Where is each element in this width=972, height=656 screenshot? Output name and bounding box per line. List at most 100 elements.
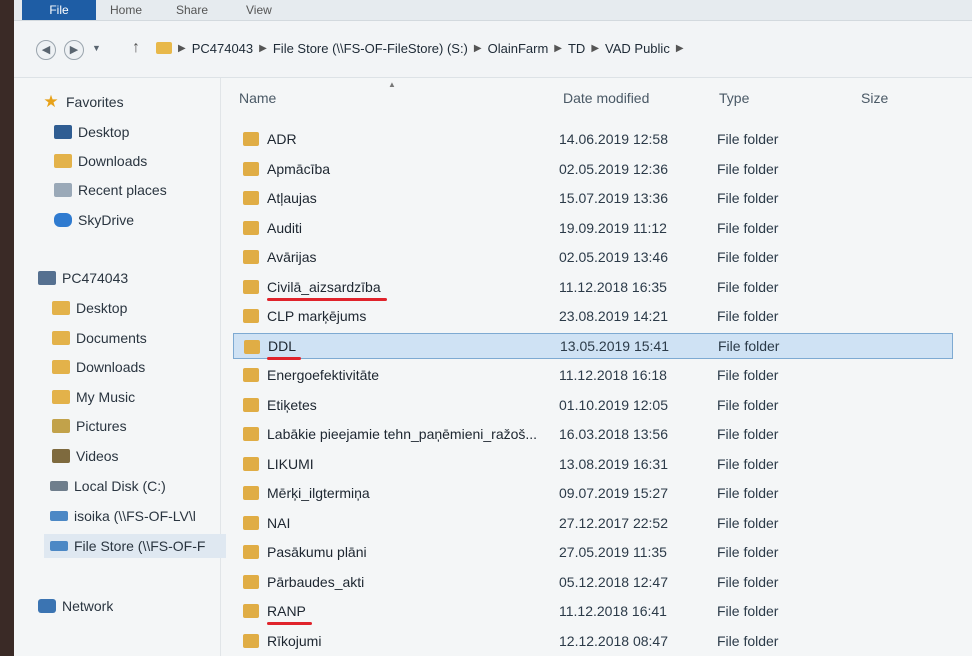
explorer-window: File Home Share View ◀ ▶ ▼ ↑ ▶ PC474043 … bbox=[14, 0, 972, 656]
folder-icon bbox=[243, 161, 259, 176]
file-type: File folder bbox=[717, 367, 779, 383]
sort-ascending-icon: ▲ bbox=[388, 80, 396, 89]
file-row[interactable]: DDL 13.05.2019 15:41 File folder bbox=[233, 332, 953, 359]
file-name: NAI bbox=[267, 514, 291, 531]
file-name: LIKUMI bbox=[267, 455, 314, 472]
file-date-modified: 14.06.2019 12:58 bbox=[559, 131, 668, 147]
forward-button[interactable]: ▶ bbox=[64, 40, 84, 60]
breadcrumb[interactable]: ▶ PC474043 ▶ File Store (\\FS-OF-FileSto… bbox=[156, 35, 962, 61]
recent-locations-dropdown[interactable]: ▼ bbox=[92, 43, 101, 53]
file-type: File folder bbox=[717, 485, 779, 501]
breadcrumb-item-pc[interactable]: PC474043 bbox=[192, 41, 253, 56]
file-row[interactable]: Apmācība 02.05.2019 12:36 File folder bbox=[233, 156, 953, 182]
sidebar-item-downloads[interactable]: Downloads bbox=[54, 149, 147, 173]
sidebar-item-computer-downloads[interactable]: Downloads bbox=[52, 355, 145, 379]
file-row[interactable]: NAI 27.12.2017 22:52 File folder bbox=[233, 510, 953, 536]
file-name: DDL bbox=[268, 337, 297, 354]
file-row[interactable]: ADR 14.06.2019 12:58 File folder bbox=[233, 126, 953, 152]
file-row[interactable]: Rīkojumi 12.12.2018 08:47 File folder bbox=[233, 628, 953, 654]
chevron-right-icon[interactable]: ▶ bbox=[554, 43, 562, 54]
sidebar-item-network[interactable]: Network bbox=[38, 594, 113, 618]
tab-home[interactable]: Home bbox=[110, 0, 142, 20]
file-name: Avārijas bbox=[267, 249, 317, 265]
sidebar-item-recent-places[interactable]: Recent places bbox=[54, 178, 167, 202]
sidebar-item-documents[interactable]: Documents bbox=[52, 326, 147, 350]
column-header-date-modified[interactable]: Date modified bbox=[563, 86, 649, 110]
file-date-modified: 05.12.2018 12:47 bbox=[559, 573, 668, 590]
sidebar-item-label: Videos bbox=[76, 448, 119, 464]
file-row[interactable]: LIKUMI 13.08.2019 16:31 File folder bbox=[233, 451, 953, 477]
breadcrumb-item-td[interactable]: TD bbox=[568, 41, 585, 56]
sidebar-item-file-store[interactable]: File Store (\\FS-OF-F bbox=[44, 534, 226, 558]
file-tab[interactable]: File bbox=[22, 0, 96, 20]
chevron-right-icon[interactable]: ▶ bbox=[591, 43, 599, 54]
file-type: File folder bbox=[717, 308, 779, 324]
sidebar-item-desktop[interactable]: Desktop bbox=[54, 120, 129, 144]
sidebar-item-pictures[interactable]: Pictures bbox=[52, 414, 127, 438]
sidebar-item-my-music[interactable]: My Music bbox=[52, 385, 135, 409]
file-date-modified: 11.12.2018 16:41 bbox=[559, 603, 667, 619]
sidebar-item-label: isoika (\\FS-OF-LV\l bbox=[74, 508, 196, 524]
file-list: Name ▲ Date modified Type Size ADR 14.06.… bbox=[221, 78, 972, 656]
file-row[interactable]: Etiķetes 01.10.2019 12:05 File folder bbox=[233, 392, 953, 418]
file-type: File folder bbox=[717, 514, 779, 531]
sidebar-item-label: My Music bbox=[76, 389, 136, 405]
file-row[interactable]: Auditi 19.09.2019 11:12 File folder bbox=[233, 215, 953, 241]
arrow-left-icon: ◀ bbox=[41, 44, 51, 56]
sidebar-item-isoika[interactable]: isoika (\\FS-OF-LV\l bbox=[50, 504, 220, 528]
documents-icon bbox=[52, 331, 70, 345]
column-header-size[interactable]: Size bbox=[861, 86, 888, 110]
column-header-name[interactable]: Name bbox=[239, 86, 276, 110]
file-name: RANP bbox=[267, 603, 306, 619]
chevron-right-icon[interactable]: ▶ bbox=[474, 43, 482, 54]
sidebar-item-local-disk[interactable]: Local Disk (C:) bbox=[50, 474, 166, 498]
folder-icon bbox=[243, 368, 259, 382]
breadcrumb-item-filestore[interactable]: File Store (\\FS-OF-FileStore) (S:) bbox=[273, 41, 468, 56]
file-row[interactable]: Pasākumu plāni 27.05.2019 11:35 File folde… bbox=[233, 539, 953, 565]
file-name: Pārbaudes_akti bbox=[267, 573, 365, 590]
file-date-modified: 02.05.2019 12:36 bbox=[559, 160, 668, 177]
folder-icon bbox=[243, 132, 259, 146]
music-icon bbox=[52, 390, 70, 404]
column-header-type[interactable]: Type bbox=[719, 86, 749, 110]
file-row[interactable]: Mērķi_ilgtermiņa 09.07.2019 15:27 File fol… bbox=[233, 480, 953, 506]
sidebar-item-favorites[interactable]: ★ Favorites bbox=[42, 90, 124, 114]
chevron-right-icon[interactable]: ▶ bbox=[676, 43, 684, 54]
network-drive-icon bbox=[50, 541, 68, 551]
breadcrumb-item-vad-public[interactable]: VAD Public bbox=[605, 41, 670, 56]
file-row[interactable]: CLP marķējums 23.08.2019 14:21 File folder bbox=[233, 303, 953, 329]
file-date-modified: 27.05.2019 11:35 bbox=[559, 544, 667, 560]
folder-icon bbox=[243, 604, 259, 618]
folder-icon bbox=[156, 42, 172, 54]
chevron-right-icon[interactable]: ▶ bbox=[259, 43, 267, 54]
file-row[interactable]: Energoefektivitāte 11.12.2018 16:18 File f… bbox=[233, 362, 953, 388]
sidebar-item-videos[interactable]: Videos bbox=[52, 444, 119, 468]
file-date-modified: 12.12.2018 08:47 bbox=[559, 632, 668, 649]
file-type: File folder bbox=[717, 573, 779, 590]
sidebar-item-computer-desktop[interactable]: Desktop bbox=[52, 296, 127, 320]
sidebar-item-label: File Store (\\FS-OF-F bbox=[74, 538, 206, 554]
file-row[interactable]: Civilā_aizsardzība 11.12.2018 16:35 File f… bbox=[233, 274, 953, 300]
file-type: File folder bbox=[717, 219, 779, 236]
tab-share[interactable]: Share bbox=[176, 0, 208, 20]
sidebar-item-label: Favorites bbox=[66, 94, 124, 110]
file-name: Auditi bbox=[267, 219, 303, 236]
file-type: File folder bbox=[718, 337, 780, 354]
file-row[interactable]: Atļaujas 15.07.2019 13:36 File folder bbox=[233, 185, 953, 211]
cloud-icon bbox=[54, 213, 72, 227]
back-button[interactable]: ◀ bbox=[36, 40, 56, 60]
up-button[interactable]: ↑ bbox=[132, 37, 150, 59]
red-underline-annotation bbox=[267, 297, 387, 301]
file-row[interactable]: Labākie pieejamie tehn_paņēmieni_ražoš..… bbox=[233, 421, 953, 447]
sidebar-item-computer[interactable]: PC474043 bbox=[38, 266, 128, 290]
tab-view[interactable]: View bbox=[246, 0, 272, 20]
chevron-right-icon[interactable]: ▶ bbox=[178, 43, 186, 54]
file-name: ADR bbox=[267, 131, 297, 147]
file-type: File folder bbox=[717, 603, 779, 619]
breadcrumb-item-olainfarm[interactable]: OlainFarm bbox=[488, 41, 549, 56]
file-row[interactable]: RANP 11.12.2018 16:41 File folder bbox=[233, 598, 953, 624]
file-row[interactable]: Avārijas 02.05.2019 13:46 File folder bbox=[233, 244, 953, 270]
file-row[interactable]: Pārbaudes_akti 05.12.2018 12:47 File folde… bbox=[233, 569, 953, 595]
folder-icon bbox=[243, 250, 259, 264]
sidebar-item-skydrive[interactable]: SkyDrive bbox=[54, 208, 134, 232]
